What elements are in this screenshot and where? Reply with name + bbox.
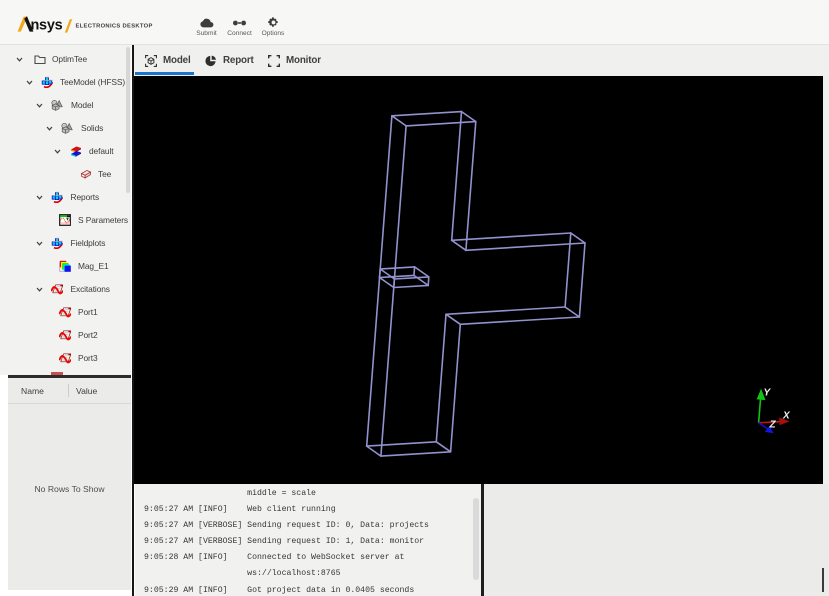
svg-text:X: X bbox=[782, 411, 791, 422]
svg-text:nsys: nsys bbox=[31, 18, 63, 34]
svg-text:Z: Z bbox=[769, 420, 777, 431]
svg-text:Y: Y bbox=[764, 388, 772, 399]
svg-text:ELECTRONICS DESKTOP: ELECTRONICS DESKTOP bbox=[76, 23, 153, 29]
